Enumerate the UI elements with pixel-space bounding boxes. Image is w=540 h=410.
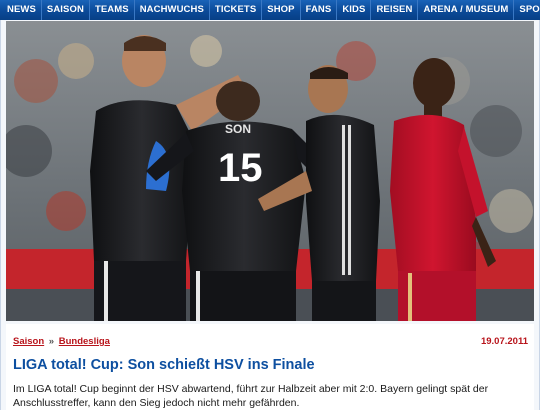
nav-item-tickets[interactable]: TICKETS xyxy=(210,0,263,20)
article-photo[interactable]: SON 15 xyxy=(6,21,534,321)
nav-item-reisen[interactable]: REISEN xyxy=(371,0,419,20)
nav-item-news[interactable]: NEWS xyxy=(0,0,42,20)
breadcrumb-separator: » xyxy=(48,336,55,347)
article-teaser: Saison » Bundesliga 19.07.2011 LIGA tota… xyxy=(6,324,534,410)
article-headline[interactable]: LIGA total! Cup: Son schießt HSV ins Fin… xyxy=(13,357,315,373)
breadcrumb-bundesliga-link[interactable]: Bundesliga xyxy=(59,336,110,347)
article-summary: Im LIGA total! Cup beginnt der HSV abwar… xyxy=(13,383,489,409)
shirt-number: 15 xyxy=(218,146,263,190)
nav-item-saison[interactable]: SAISON xyxy=(42,0,90,20)
nav-item-arena-museum[interactable]: ARENA / MUSEUM xyxy=(418,0,515,20)
content-frame: SON 15 Saison » Bundesliga 19.07.2011 LI… xyxy=(0,20,540,410)
main-navigation: NEWS SAISON TEAMS NACHWUCHS TICKETS SHOP FANS K… xyxy=(0,0,540,21)
nav-item-nachwuchs[interactable]: NACHWUCHS xyxy=(135,0,210,20)
nav-item-fans[interactable]: FANS xyxy=(301,0,338,20)
breadcrumb-saison-link[interactable]: Saison xyxy=(13,336,44,347)
nav-item-shop[interactable]: SHOP xyxy=(262,0,301,20)
nav-item-teams[interactable]: TEAMS xyxy=(90,0,135,20)
nav-item-kids[interactable]: KIDS xyxy=(337,0,372,20)
player-name-print: SON xyxy=(225,122,251,136)
article-date: 19.07.2011 xyxy=(480,336,528,347)
photo-illustration: SON 15 xyxy=(6,21,534,321)
nav-item-sponsoren-vip[interactable]: SPONSOREN / VIP xyxy=(514,0,540,20)
breadcrumb: Saison » Bundesliga xyxy=(13,336,110,347)
